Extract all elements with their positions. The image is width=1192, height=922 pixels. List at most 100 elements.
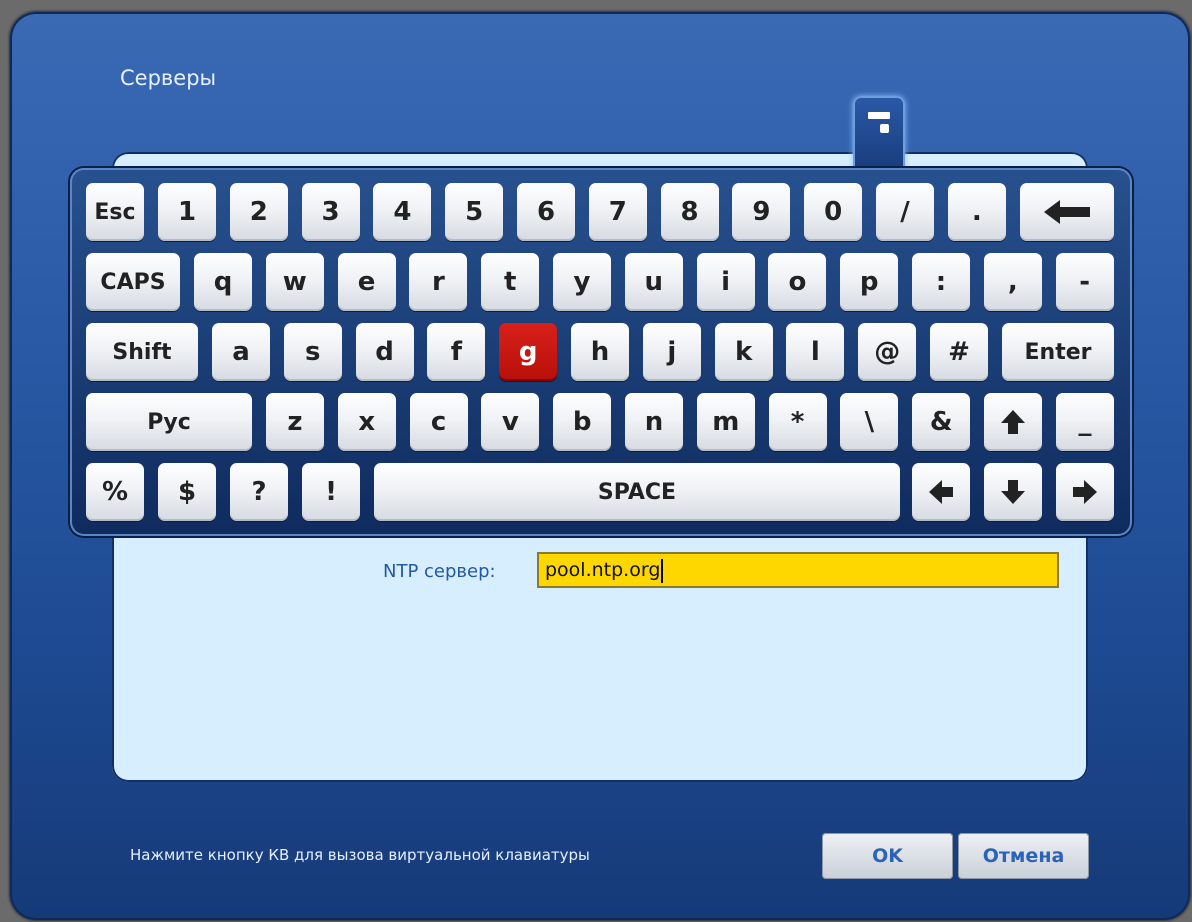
key-9[interactable]: 9 [732,183,791,241]
key-s[interactable]: s [283,323,342,381]
key-z[interactable]: z [266,393,324,451]
key-label: h [590,337,610,367]
key-underscore[interactable]: _ [1056,393,1114,451]
key-b[interactable]: b [553,393,612,451]
key-arrow-down[interactable] [984,463,1042,521]
key-c[interactable]: c [409,393,468,451]
key-enter[interactable]: Enter [1002,323,1114,381]
key-label: , [1007,267,1018,297]
key-label: b [572,407,592,437]
key-p[interactable]: p [840,253,899,311]
ntp-server-input[interactable]: pool.ntp.org [537,552,1059,588]
key-minus[interactable]: - [1055,253,1114,311]
key-arrow-up[interactable] [984,393,1042,451]
key-u[interactable]: u [624,253,683,311]
key-7[interactable]: 7 [588,183,647,241]
key-y[interactable]: y [553,253,611,311]
key-4[interactable]: 4 [373,183,432,241]
key-label: 1 [177,197,197,227]
key-comma[interactable]: , [983,253,1042,311]
key-0[interactable]: 0 [804,183,863,241]
key-m[interactable]: m [696,393,755,451]
ok-button[interactable]: OK [822,833,953,879]
key-q[interactable]: q [194,253,252,311]
key-label: w [282,267,307,297]
key-label: # [948,337,970,367]
key-label: SPACE [597,479,677,505]
key-label: . [971,197,982,227]
key-label: o [788,267,807,297]
key-a[interactable]: a [212,323,270,381]
key-i[interactable]: i [696,253,755,311]
key-label: \ [864,407,875,437]
key-label: ? [251,477,267,507]
key-asterisk[interactable]: * [768,393,827,451]
key-x[interactable]: x [337,393,396,451]
key-at[interactable]: @ [858,323,917,381]
key-percent[interactable]: % [86,463,144,521]
ntp-server-value: pool.ntp.org [545,559,661,581]
key-question[interactable]: ? [230,463,288,521]
key-arrow-left[interactable] [912,463,970,521]
key-label: Рус [147,409,191,435]
key-label: a [232,337,250,367]
key-t[interactable]: t [481,253,540,311]
key-label: f [450,337,463,367]
key-2[interactable]: 2 [229,183,288,241]
key-ampersand[interactable]: & [912,393,971,451]
key-label: Shift [112,339,172,365]
text-caret [661,558,663,583]
key-label: t [503,267,517,297]
key-f[interactable]: f [427,323,486,381]
key-backslash[interactable]: \ [840,393,899,451]
cancel-button[interactable]: Отмена [958,833,1089,879]
key-j[interactable]: j [642,323,701,381]
key-caps[interactable]: CAPS [86,253,180,311]
key-hash[interactable]: # [930,323,988,381]
key-label: l [810,337,820,367]
key-esc[interactable]: Esc [86,183,144,241]
key-n[interactable]: n [625,393,683,451]
key-h[interactable]: h [571,323,629,381]
key-5[interactable]: 5 [445,183,504,241]
key-o[interactable]: o [768,253,827,311]
key-dollar[interactable]: $ [158,463,216,521]
key-slash[interactable]: / [876,183,934,241]
key-r[interactable]: r [409,253,468,311]
key-colon[interactable]: : [912,253,970,311]
key-label: : [935,267,947,297]
key-w[interactable]: w [265,253,324,311]
key-shift[interactable]: Shift [86,323,198,381]
key-label: i [721,267,731,297]
key-backspace-arrow[interactable] [1020,183,1114,241]
key-label: u [644,267,664,297]
key-v[interactable]: v [481,393,540,451]
key-label: * [790,407,805,437]
key-period[interactable]: . [947,183,1006,241]
key-label: ! [325,477,337,507]
key-label: 5 [465,197,484,227]
key-3[interactable]: 3 [301,183,360,241]
virtual-keyboard: Esc 1 2 3 4 5 6 7 8 9 0 /. CAPS q w e r t y u i o p:, - Shift a s d… [70,168,1132,536]
key-k[interactable]: k [714,323,773,381]
key-l[interactable]: l [786,323,845,381]
key-space[interactable]: SPACE [374,463,900,521]
key-label: 8 [680,197,699,227]
keyboard-tab-icon [868,112,890,119]
key-label: CAPS [100,269,166,295]
key-1[interactable]: 1 [158,183,216,241]
backspace-arrow-icon [1044,200,1090,224]
key-d[interactable]: d [355,323,414,381]
key-8[interactable]: 8 [660,183,719,241]
key-exclamation[interactable]: ! [302,463,360,521]
key-rus[interactable]: Рус [86,393,252,451]
key-label: 0 [824,197,843,227]
keyboard-toggle-tab[interactable] [853,96,905,176]
key-label: k [734,337,753,367]
key-arrow-right[interactable] [1056,463,1114,521]
key-label: x [358,407,376,437]
key-g[interactable]: g [499,323,558,381]
key-6[interactable]: 6 [517,183,575,241]
key-label: / [900,197,910,227]
key-e[interactable]: e [337,253,396,311]
